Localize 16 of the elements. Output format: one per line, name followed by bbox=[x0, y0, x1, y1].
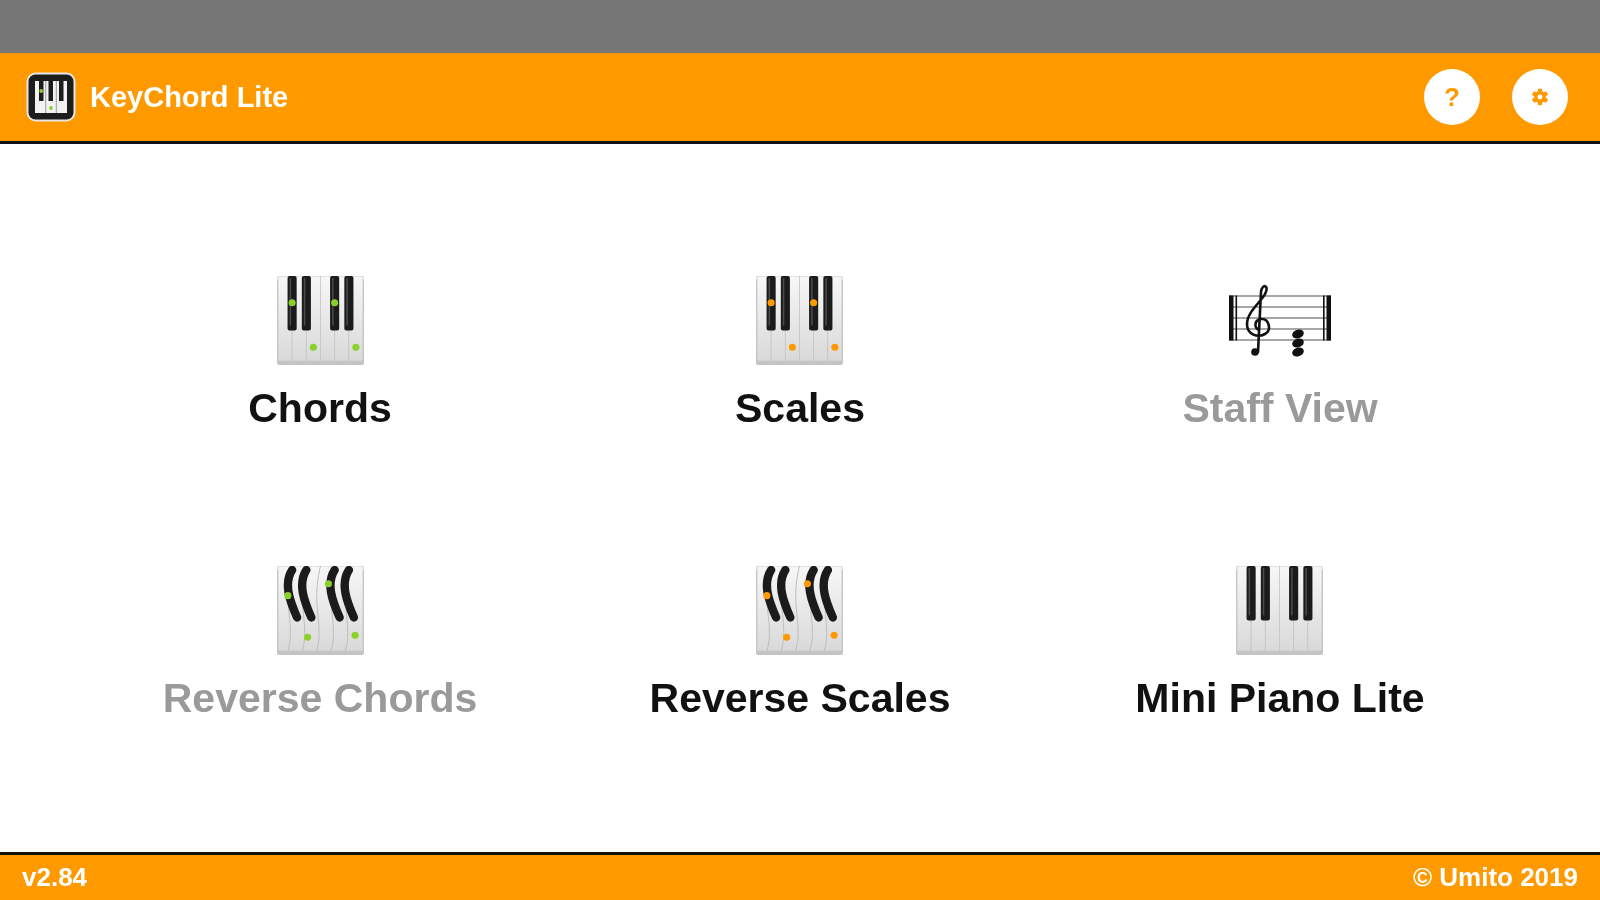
music-staff-icon bbox=[1227, 282, 1333, 359]
piano-keys-icon bbox=[755, 276, 845, 365]
settings-icon bbox=[1531, 88, 1549, 106]
app-title: KeyChord Lite bbox=[90, 80, 289, 114]
piano-keys-icon bbox=[1235, 566, 1325, 655]
settings-button[interactable] bbox=[1512, 69, 1568, 125]
piano-keys-icon bbox=[275, 276, 365, 365]
wavy-piano-keys-icon bbox=[275, 566, 365, 655]
menu-item[interactable]: Reverse Scales bbox=[649, 566, 951, 723]
menu-item[interactable]: Mini Piano Lite bbox=[1135, 566, 1425, 723]
menu-item[interactable]: Scales bbox=[735, 276, 865, 433]
version-label: v2.84 bbox=[22, 862, 88, 893]
app-logo-icon bbox=[26, 72, 76, 122]
menu-item[interactable]: Chords bbox=[248, 276, 392, 433]
copyright-label: © Umito 2019 bbox=[1412, 862, 1578, 893]
wavy-piano-keys-icon bbox=[755, 566, 845, 655]
